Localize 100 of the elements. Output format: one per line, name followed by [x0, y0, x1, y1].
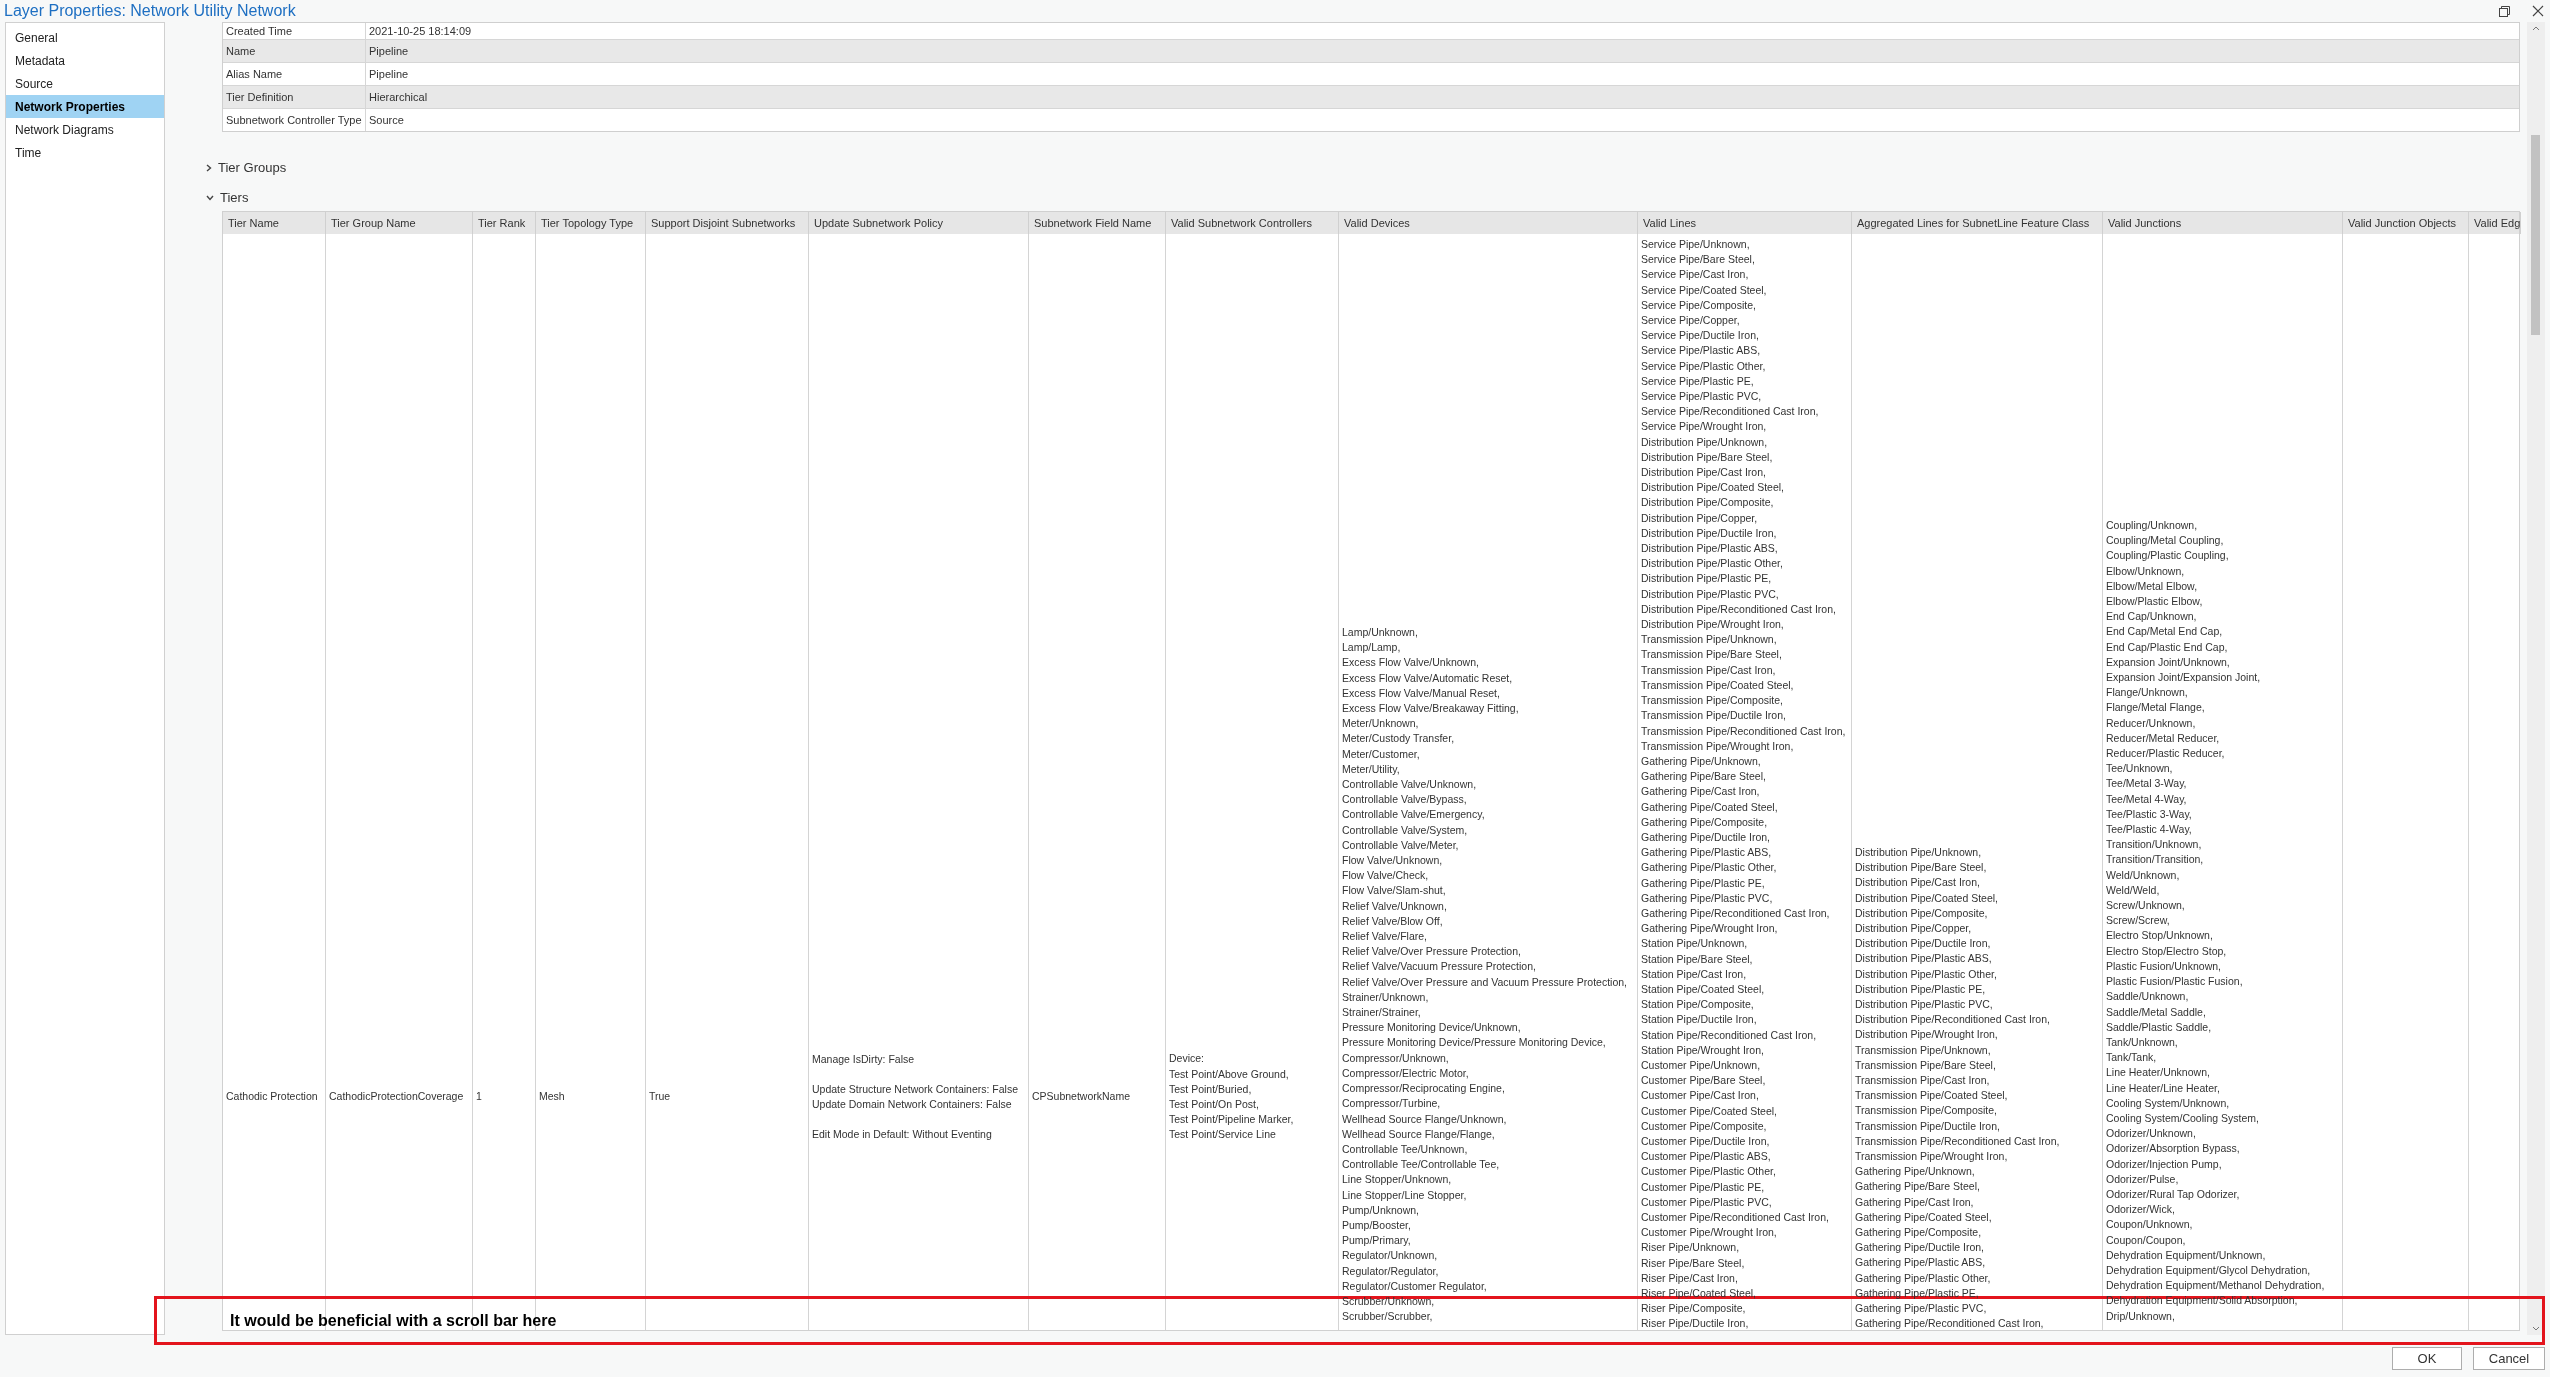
cell-text: Transmission Pipe/Wrought Iron, — [1855, 1149, 2009, 1165]
cell-text: Distribution Pipe/Composite, — [1641, 495, 1775, 511]
scroll-up-icon[interactable] — [2532, 26, 2540, 31]
sidebar-item[interactable]: Network Diagrams — [6, 118, 164, 141]
cell-text: Relief Valve/Blow Off, — [1342, 913, 1444, 929]
cell-text: Transmission Pipe/Reconditioned Cast Iron, — [1641, 723, 1847, 739]
cell-text: Customer Pipe/Plastic ABS, — [1641, 1149, 1772, 1165]
scroll-thumb[interactable] — [2531, 135, 2540, 335]
cell-text: Test Point/Pipeline Marker, — [1169, 1112, 1295, 1128]
cell-text: Customer Pipe/Reconditioned Cast Iron, — [1641, 1210, 1830, 1225]
scroll-down-icon[interactable] — [2532, 1326, 2540, 1331]
sidebar-item[interactable]: Time — [6, 141, 164, 164]
cell-text: Scrubber/Scrubber, — [1342, 1309, 1434, 1325]
cell-text: Manage IsDirty: False — [812, 1051, 916, 1067]
cell-text: Dehydration Equipment/Unknown, — [2106, 1247, 2267, 1263]
cell-text: Relief Valve/Vacuum Pressure Protection, — [1342, 959, 1537, 975]
cell-text: Service Pipe/Unknown, — [1641, 237, 1751, 252]
cell-text: Service Pipe/Coated Steel, — [1641, 282, 1768, 298]
cell-text: Pressure Monitoring Device/Pressure Monitoring Device, — [1342, 1035, 1607, 1051]
cell-text: Mesh — [539, 1089, 566, 1105]
cell-text: Distribution Pipe/Plastic PVC, — [1855, 997, 1994, 1013]
cell-text: Service Pipe/Plastic ABS, — [1641, 343, 1762, 359]
cell-text: Line Heater/Line Heater, — [2106, 1080, 2221, 1096]
section-toggle[interactable]: Tiers — [175, 188, 249, 208]
scrollbar[interactable] — [2527, 22, 2545, 1335]
cell-text: Line Stopper/Line Stopper, — [1342, 1187, 1468, 1203]
cell-text: Transmission Pipe/Cast Iron, — [1855, 1073, 1991, 1089]
cell-text: Tank/Tank, — [2106, 1050, 2158, 1066]
chevron-right-icon — [206, 164, 212, 172]
cell-text: Station Pipe/Composite, — [1641, 997, 1755, 1013]
cell-text: Tank/Unknown, — [2106, 1034, 2179, 1050]
cell-text: Transmission Pipe/Coated Steel, — [1641, 677, 1795, 693]
property-value: Pipeline — [368, 43, 409, 59]
cell-text: Controllable Valve/System, — [1342, 822, 1469, 838]
dialog-button[interactable]: OK — [2392, 1347, 2462, 1370]
cell-text: 1 — [476, 1089, 483, 1105]
cell-text: Coupling/Metal Coupling, — [2106, 533, 2225, 549]
cell-text: Regulator/Unknown, — [1342, 1248, 1439, 1264]
cell-text: Controllable Valve/Unknown, — [1342, 777, 1478, 793]
cell-text: Elbow/Metal Elbow, — [2106, 578, 2199, 594]
cell-text: Gathering Pipe/Ductile Iron, — [1641, 829, 1771, 845]
cell-text: CPSubnetworkName — [1032, 1089, 1132, 1105]
cell-text: Distribution Pipe/Bare Steel, — [1641, 449, 1774, 465]
cell-text: Odorizer/Rural Tap Odorizer, — [2106, 1186, 2241, 1202]
cell-text: Distribution Pipe/Plastic Other, — [1855, 966, 1998, 982]
cell-text: Coupling/Plastic Coupling, — [2106, 548, 2230, 564]
cell-text: Gathering Pipe/Plastic PE, — [1641, 875, 1766, 891]
cell-text: Distribution Pipe/Wrought Iron, — [1855, 1027, 1999, 1043]
cell-text: Wellhead Source Flange/Unknown, — [1342, 1111, 1508, 1127]
cell-text: Meter/Unknown, — [1342, 716, 1420, 732]
cell-text: Gathering Pipe/Cast Iron, — [1641, 784, 1761, 800]
cell-text: Customer Pipe/Ductile Iron, — [1641, 1134, 1771, 1149]
cell-text: Distribution Pipe/Plastic ABS, — [1641, 541, 1779, 557]
cell-text: Service Pipe/Bare Steel, — [1641, 252, 1756, 268]
cell-text: Station Pipe/Unknown, — [1641, 936, 1749, 952]
cell-text: Odorizer/Absorption Bypass, — [2106, 1141, 2241, 1157]
cell-text: Service Pipe/Composite, — [1641, 297, 1757, 313]
cell-text: Station Pipe/Wrought Iron, — [1641, 1042, 1765, 1058]
cell-text: Expansion Joint/Expansion Joint, — [2106, 670, 2262, 686]
cell-text: Service Pipe/Reconditioned Cast Iron, — [1641, 404, 1820, 420]
restore-icon[interactable] — [2499, 5, 2510, 17]
cell-text: Transmission Pipe/Unknown, — [1855, 1042, 1992, 1058]
cell-text: Service Pipe/Plastic PE, — [1641, 373, 1755, 389]
cell-text: Flow Valve/Slam-shut, — [1342, 883, 1447, 899]
cell-text: Gathering Pipe/Composite, — [1855, 1225, 1983, 1241]
cell-text: Controllable Tee/Unknown, — [1342, 1141, 1469, 1157]
cell-text: Tee/Plastic 3-Way, — [2106, 806, 2193, 822]
cell-text: Weld/Unknown, — [2106, 867, 2181, 883]
sidebar-item[interactable]: Metadata — [6, 49, 164, 72]
cell-text: Gathering Pipe/Bare Steel, — [1641, 769, 1767, 785]
cell-text: Transmission Pipe/Composite, — [1641, 693, 1784, 709]
cell-text: Transmission Pipe/Ductile Iron, — [1641, 708, 1787, 724]
sidebar-item[interactable]: Network Properties — [6, 95, 164, 118]
cell-text: Plastic Fusion/Unknown, — [2106, 958, 2222, 974]
cell-text: Station Pipe/Bare Steel, — [1641, 951, 1754, 967]
cell-text: Regulator/Regulator, — [1342, 1263, 1440, 1279]
dialog-button[interactable]: Cancel — [2473, 1347, 2545, 1370]
close-icon[interactable] — [2532, 5, 2544, 17]
cell-text: Riser Pipe/Unknown, — [1641, 1240, 1741, 1256]
cell-text: Test Point/On Post, — [1169, 1097, 1260, 1112]
section-toggle[interactable]: Tier Groups — [175, 158, 287, 178]
cell-text: Distribution Pipe/Ductile Iron, — [1641, 525, 1778, 541]
cell-text: Flow Valve/Unknown, — [1342, 853, 1444, 869]
sidebar-item[interactable]: General — [6, 26, 164, 49]
cell-text: Gathering Pipe/Plastic PVC, — [1641, 890, 1774, 906]
cell-text: Gathering Pipe/Unknown, — [1855, 1164, 1976, 1180]
cell-text: Distribution Pipe/Plastic ABS, — [1855, 951, 1993, 967]
sidebar-item[interactable]: Source — [6, 72, 164, 95]
cell-text: Electro Stop/Electro Stop, — [2106, 943, 2228, 959]
cell-text: Service Pipe/Ductile Iron, — [1641, 328, 1760, 344]
cell-text: Gathering Pipe/Composite, — [1641, 814, 1769, 830]
cell-text: Odorizer/Pulse, — [2106, 1171, 2180, 1187]
cell-text: Excess Flow Valve/Breakaway Fitting, — [1342, 701, 1520, 716]
cell-text: Transmission Pipe/Cast Iron, — [1641, 662, 1777, 678]
cell-text: Pressure Monitoring Device/Unknown, — [1342, 1020, 1522, 1036]
property-value: Source — [368, 112, 404, 128]
cell-text: Customer Pipe/Coated Steel, — [1641, 1103, 1778, 1119]
cell-text: Station Pipe/Ductile Iron, — [1641, 1012, 1758, 1028]
cell-text: Distribution Pipe/Cast Iron, — [1855, 875, 1981, 891]
cell-text: Transmission Pipe/Bare Steel, — [1855, 1057, 1997, 1073]
